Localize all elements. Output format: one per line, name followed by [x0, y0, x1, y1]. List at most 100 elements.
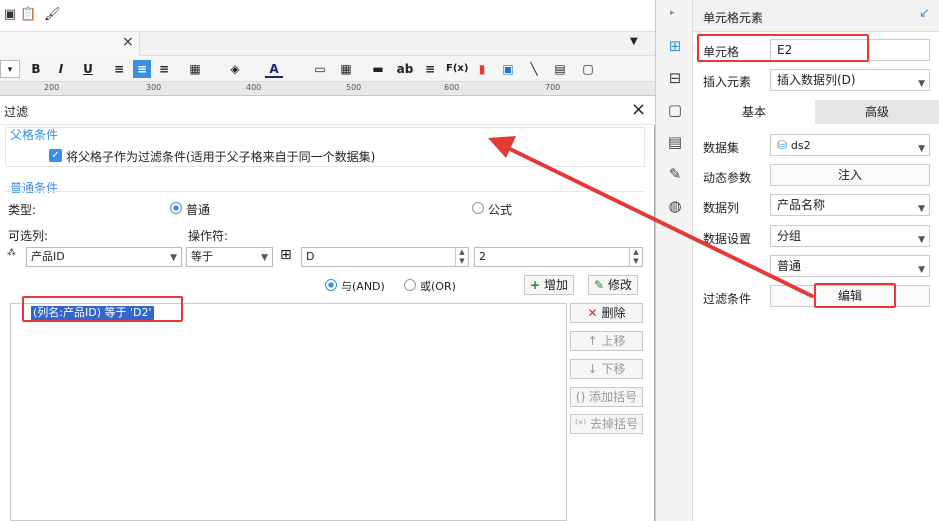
tab-advanced[interactable]: 高级 [815, 100, 939, 124]
add-bracket-button[interactable]: () 添加括号 [570, 387, 643, 407]
spinner-icon[interactable]: ▲ ▼ [629, 248, 642, 266]
operator-select[interactable]: 等于 ▼ [186, 247, 273, 267]
font-size-dropdown[interactable]: ▾ [0, 60, 20, 78]
or-radio[interactable] [404, 279, 416, 291]
move-down-button[interactable]: ↓ 下移 [570, 359, 643, 379]
frame-icon[interactable]: ▢ [579, 60, 597, 78]
delete-button-label: 删除 [601, 306, 626, 320]
italic-button[interactable]: I [52, 60, 70, 78]
tab-menu-icon[interactable]: ▼ [630, 36, 638, 47]
mobile-icon[interactable]: ◍ [665, 196, 685, 216]
parent-checkbox[interactable]: ✓ [49, 149, 62, 162]
tab-basic-label: 基本 [741, 105, 766, 119]
format-painter-icon[interactable]: 🖌 [44, 7, 61, 23]
dialog-close-icon[interactable]: × [631, 99, 646, 120]
main-toolbar: ▣ 📋 🖌 [0, 0, 655, 32]
insert-label: 插入元素 [703, 75, 752, 89]
or-label: 或(OR) [420, 280, 456, 293]
add-button-label: 增加 [543, 278, 568, 292]
operator-label: 操作符: [188, 229, 229, 243]
value-input-2[interactable]: 2 ▲ ▼ [474, 247, 643, 267]
column-type-icon: ⁂ [7, 248, 16, 258]
value-type-icon[interactable]: ⊞ [280, 247, 292, 263]
side-toolbar: ▸ ⊞ ⊟ ▢ ▤ ✎ ◍ [655, 0, 693, 521]
setting-sub-select[interactable]: 普通 ▼ [770, 255, 930, 277]
align-left-icon[interactable]: ≡ [110, 60, 128, 78]
normal-section-title: 普通条件 [10, 181, 59, 195]
highlight-cell [697, 34, 869, 62]
modify-button[interactable]: ✎ 修改 [588, 275, 638, 295]
cell-attribute-icon[interactable]: ⊟ [665, 68, 685, 88]
cell-element-icon[interactable]: ⊞ [665, 36, 685, 56]
widget-icon[interactable]: ▤ [551, 60, 569, 78]
tab-close-icon[interactable]: × [122, 34, 134, 50]
merge-icon[interactable]: ▭ [311, 60, 329, 78]
border-icon[interactable]: ▦ [186, 60, 204, 78]
paragraph-icon[interactable]: ≡ [421, 60, 439, 78]
dialog-title: 过滤 [4, 105, 29, 119]
formula-button[interactable]: F(x) [446, 60, 468, 78]
widget-settings-icon[interactable]: ▢ [665, 100, 685, 120]
dataset-select[interactable]: ⛁ ds2 ▼ [770, 134, 930, 156]
chart-icon[interactable]: ▮ [473, 60, 491, 78]
ruler-tick: 400 [246, 83, 262, 92]
pin-icon[interactable]: ↙ [919, 6, 930, 21]
chevron-down-icon: ▼ [261, 253, 268, 263]
save-icon[interactable]: ▣ [2, 7, 18, 23]
underline-button[interactable]: U [79, 60, 97, 78]
tab-bar: × ▼ [0, 32, 655, 56]
chevron-down-icon: ▼ [918, 79, 925, 89]
column-select-right[interactable]: 产品名称 ▼ [770, 194, 930, 216]
insert-select-value: 插入数据列(D) [777, 73, 856, 87]
parent-condition-group: 父格条件 ✓ 将父格子作为过滤条件(适用于父子格来自于同一个数据集) [5, 127, 645, 167]
ruler-tick: 300 [146, 83, 162, 92]
unmerge-icon[interactable]: ▦ [337, 60, 355, 78]
align-center-icon[interactable]: ≡ [133, 60, 151, 78]
type-normal-radio[interactable] [170, 202, 182, 214]
align-right-icon[interactable]: ≡ [155, 60, 173, 78]
column-select[interactable]: 产品ID ▼ [26, 247, 182, 267]
spinner-icon[interactable]: ▲ ▼ [455, 248, 468, 266]
remove-bracket-button[interactable]: ⁽ˣ⁾ 去掉括号 [570, 414, 643, 434]
and-radio[interactable] [325, 279, 337, 291]
column-label: 可选列: [8, 229, 49, 243]
setting-select[interactable]: 分组 ▼ [770, 225, 930, 247]
panel-header: 单元格元素 ↙ [693, 0, 939, 32]
dialog-titlebar: 过滤 × [0, 97, 655, 125]
text-ab-button[interactable]: ab [395, 60, 415, 78]
tab-basic[interactable]: 基本 [693, 100, 815, 124]
chevron-down-icon: ▼ [918, 265, 925, 275]
insert-select[interactable]: 插入数据列(D) ▼ [770, 69, 930, 91]
expand-icon[interactable]: ▸ [670, 8, 675, 18]
delete-icon: ✕ [587, 306, 598, 320]
add-button[interactable]: + 增加 [524, 275, 574, 295]
param-label: 动态参数 [703, 171, 752, 185]
fill-color-icon[interactable]: ◈ [226, 60, 244, 78]
hyperlink-icon[interactable]: ✎ [665, 164, 685, 184]
inject-button[interactable]: 注入 [770, 164, 930, 186]
text-color-button[interactable]: A [265, 60, 283, 78]
move-down-label: 下移 [601, 362, 626, 376]
value-input[interactable]: D ▲ ▼ [301, 247, 469, 267]
type-formula-radio[interactable] [472, 202, 484, 214]
move-up-button[interactable]: ↑ 上移 [570, 331, 643, 351]
column-select-right-value: 产品名称 [777, 198, 826, 212]
image-icon[interactable]: ▣ [499, 60, 517, 78]
bracket-icon: () [575, 390, 586, 404]
move-up-label: 上移 [601, 334, 626, 348]
inject-button-label: 注入 [837, 168, 862, 182]
tab-report[interactable]: × [0, 32, 140, 56]
bold-button[interactable]: B [27, 60, 45, 78]
delete-button[interactable]: ✕ 删除 [570, 303, 643, 323]
condition-list[interactable]: (列名:产品ID) 等于 'D2' [10, 303, 567, 521]
insert-row-icon[interactable]: ▬ [369, 60, 387, 78]
remove-bracket-icon: ⁽ˣ⁾ [574, 417, 587, 431]
filter-label: 过滤条件 [703, 292, 752, 306]
slash-icon[interactable]: ╲ [525, 60, 543, 78]
operator-select-value: 等于 [191, 250, 213, 263]
panel-title: 单元格元素 [703, 11, 764, 25]
ruler: 200 300 400 500 600 700 [0, 82, 655, 96]
condition-icon[interactable]: ▤ [665, 132, 685, 152]
paste-icon[interactable]: 📋 [20, 7, 36, 23]
tab-advanced-label: 高级 [864, 105, 889, 119]
